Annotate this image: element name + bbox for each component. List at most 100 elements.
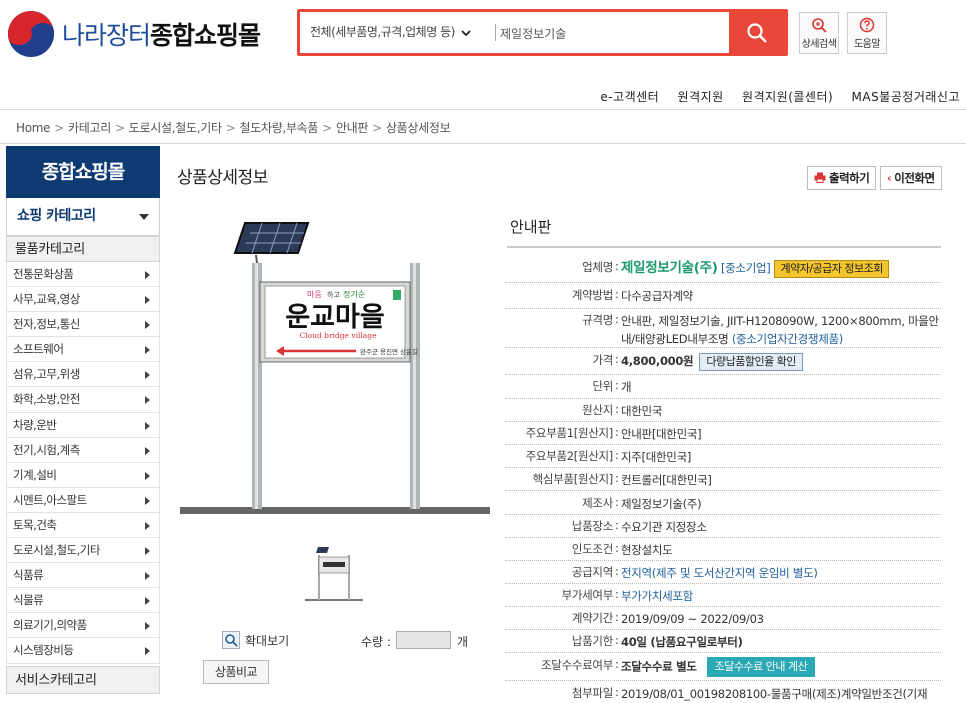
sidebar-item[interactable]: 전기,시험,계측	[6, 437, 160, 463]
sign-main-text: 운교마을	[285, 302, 384, 333]
company-link[interactable]: 제일정보기술(주)	[621, 260, 718, 276]
print-button[interactable]: 출력하기	[807, 166, 877, 190]
product-image[interactable]: 마음 하고 정기순 운교마을 Cloud bridge village 완주군 …	[180, 215, 490, 520]
breadcrumb-rail[interactable]: 철도차량,부속품	[239, 121, 318, 135]
delivery-cond-key: 인도조건	[571, 542, 613, 556]
sidebar-item[interactable]: 사무,교육,영상	[6, 287, 160, 313]
sidebar-item-label: 전자,정보,통신	[13, 317, 80, 332]
compare-button[interactable]: 상품비교	[203, 660, 269, 684]
sidebar-item[interactable]: 의료기기,의약품	[6, 613, 160, 639]
printer-icon	[814, 172, 826, 183]
sidebar-item[interactable]: 식물류	[6, 588, 160, 614]
sidebar-item[interactable]: 식품류	[6, 563, 160, 589]
part1-value: 안내판[대한민국]	[621, 427, 702, 441]
sign-small-right: 정기순	[343, 289, 365, 299]
zoom-view-button[interactable]: 확대보기	[222, 631, 289, 649]
unit-key: 단위	[592, 379, 613, 393]
fee-calc-button[interactable]: 조달수수료 안내 계산	[706, 657, 816, 677]
triangle-right-icon	[145, 371, 150, 380]
attach-link[interactable]: 2019/08/01_00198208100-물품구매(제조)계약일반조건(기재	[621, 685, 941, 703]
logo-text-naramarket: 나라장터	[62, 21, 151, 50]
row-part1: 주요부품1[원산지]: 안내판[대한민국]	[505, 422, 941, 445]
search-bar: 전체(세부품명,규격,업체명 등)	[297, 9, 830, 56]
triangle-right-icon	[145, 597, 150, 606]
search-button[interactable]	[729, 12, 785, 53]
sidebar-item-label: 의료기기,의약품	[13, 618, 87, 633]
triangle-right-icon	[145, 471, 150, 480]
row-attach: 첨부파일: 2019/08/01_00198208100-물품구매(제조)계약일…	[505, 681, 941, 703]
sidebar-item[interactable]: 섬유,고무,위생	[6, 362, 160, 388]
sidebar-item-label: 토목,건축	[13, 517, 57, 532]
row-supply-area: 공급지역: 전지역(제주 및 도서산간지역 운임비 별도)	[505, 561, 941, 584]
question-icon	[859, 17, 875, 33]
sidebar-item[interactable]: 시멘트,아스팔트	[6, 487, 160, 513]
help-label: 도움말	[853, 39, 881, 50]
bulk-discount-button[interactable]: 다량납품할인율 확인	[699, 352, 803, 371]
sidebar-item[interactable]: 전자,정보,통신	[6, 312, 160, 338]
breadcrumb-sign[interactable]: 안내판	[336, 121, 369, 135]
triangle-right-icon	[145, 346, 150, 355]
supply-area-value[interactable]: 전지역(제주 및 도서산간지역 운임비 별도)	[621, 564, 941, 582]
maker-key: 제조사	[582, 496, 613, 510]
sign-small-mid: 하고	[327, 290, 340, 299]
detail-search-label: 상세검색	[801, 39, 837, 50]
search-scope-label: 전체(세부품명,규격,업체명 등)	[310, 25, 455, 39]
category-list: 전통문화상품 사무,교육,영상 전자,정보,통신 소프트웨어 섬유,고무,위생 …	[6, 262, 160, 664]
search-scope-select[interactable]: 전체(세부품명,규격,업체명 등)	[310, 12, 471, 53]
row-delivery-place: 납품장소: 수요기관 지정장소	[505, 515, 941, 538]
sidebar-item[interactable]: 소프트웨어	[6, 337, 160, 363]
service-category-header: 서비스카테고리	[6, 665, 160, 694]
supply-area-key: 공급지역	[571, 565, 613, 579]
origin-key: 원산지	[582, 403, 613, 417]
price-value: 4,800,000원	[621, 354, 694, 368]
taegeuk-logo-icon	[8, 11, 54, 57]
vat-value: 부가가치세포함	[621, 589, 693, 603]
maker-value: 제일정보기술(주)	[621, 497, 702, 511]
help-button[interactable]: 도움말	[847, 12, 887, 54]
sign-small-left: 마음	[307, 290, 322, 299]
breadcrumb-home[interactable]: Home	[16, 121, 51, 135]
sidebar-item[interactable]: 도로시설,철도,기타	[6, 538, 160, 564]
detail-search-button[interactable]: 상세검색	[799, 12, 839, 54]
row-price: 가격: 4,800,000원 다량납품할인율 확인	[505, 348, 941, 375]
top-link-mas-report[interactable]: MAS불공정거래신고	[852, 90, 960, 104]
row-part2: 주요부품2[원산지]: 지주[대한민국]	[505, 445, 941, 468]
product-name: 안내판	[510, 218, 552, 236]
site-logo[interactable]: 나라장터종합쇼핑몰	[8, 10, 298, 58]
sidebar-item[interactable]: 전통문화상품	[6, 262, 160, 288]
breadcrumb-road[interactable]: 도로시설,철도,기타	[129, 121, 222, 135]
row-origin: 원산지: 대한민국	[505, 399, 941, 422]
back-button[interactable]: ‹ 이전화면	[880, 166, 942, 190]
search-icon	[747, 22, 767, 43]
shopping-category-label: 쇼핑 카테고리	[17, 208, 96, 224]
top-link-customer-center[interactable]: e-고객센터	[600, 90, 659, 104]
sidebar-item-label: 식물류	[13, 593, 44, 608]
breadcrumb: Home > 카테고리 > 도로시설,철도,기타 > 철도차량,부속품 > 안내판 > 상품상세정보	[16, 121, 451, 135]
part2-key: 주요부품2[원산지]	[525, 449, 614, 463]
breadcrumb-category[interactable]: 카테고리	[68, 121, 111, 135]
sidebar-item-label: 섬유,고무,위생	[13, 367, 80, 382]
sidebar-item[interactable]: 화학,소방,안전	[6, 387, 160, 413]
row-spec: 규격명: 안내판, 제일정보기술, JIIT-H1208090W, 1200×8…	[505, 309, 941, 348]
company-tag: [중소기업]	[720, 261, 771, 275]
triangle-right-icon	[145, 572, 150, 581]
sidebar-item[interactable]: 차량,운반	[6, 412, 160, 438]
sidebar-item-label: 시멘트,아스팔트	[13, 492, 87, 507]
shopping-category-dropdown[interactable]: 쇼핑 카테고리	[6, 198, 160, 236]
top-link-remote-support[interactable]: 원격지원	[678, 90, 724, 104]
back-label: 이전화면	[894, 171, 935, 185]
product-thumbnail[interactable]	[305, 545, 363, 602]
part2-value: 지주[대한민국]	[621, 450, 692, 464]
breadcrumb-current: 상품상세정보	[385, 121, 451, 135]
quantity-unit: 개	[457, 635, 469, 649]
period-key: 계약기간	[571, 611, 613, 625]
quantity-input[interactable]	[396, 631, 451, 649]
sidebar-item[interactable]: 시스템장비등	[6, 638, 160, 664]
sidebar-item[interactable]: 기계,설비	[6, 462, 160, 488]
sidebar-title[interactable]: 종합쇼핑몰	[6, 146, 160, 198]
contractor-info-button[interactable]: 계약자/공급자 정보조회	[774, 259, 889, 278]
sidebar: 종합쇼핑몰 쇼핑 카테고리 물품카테고리 전통문화상품 사무,교육,영상 전자,…	[6, 146, 160, 694]
top-link-remote-callcenter[interactable]: 원격지원(콜센터)	[742, 90, 833, 104]
sidebar-item[interactable]: 토목,건축	[6, 512, 160, 539]
triangle-right-icon	[145, 547, 150, 556]
